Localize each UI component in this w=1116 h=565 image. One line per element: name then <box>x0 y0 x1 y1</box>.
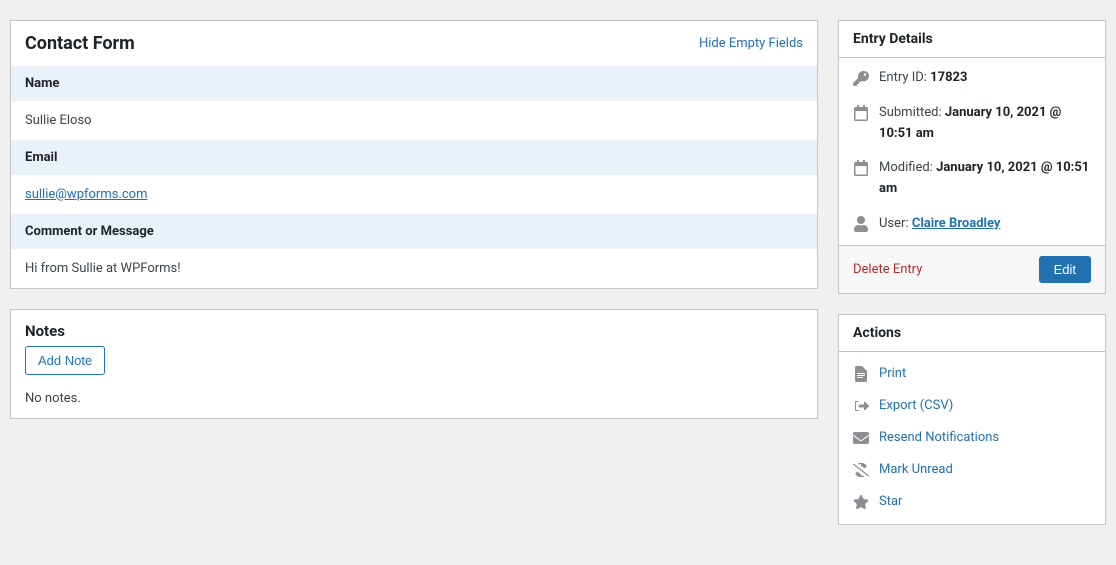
field-email-label: Email <box>11 140 817 175</box>
print-icon <box>853 366 869 382</box>
action-mark-unread[interactable]: Mark Unread <box>839 454 1105 486</box>
field-comment-label: Comment or Message <box>11 214 817 249</box>
action-star-label: Star <box>879 494 902 509</box>
meta-modified: Modified: January 10, 2021 @ 10:51 am <box>839 154 1105 210</box>
notes-empty-text: No notes. <box>25 391 803 406</box>
action-resend-label: Resend Notifications <box>879 430 999 445</box>
star-icon <box>853 494 869 510</box>
action-resend[interactable]: Resend Notifications <box>839 422 1105 454</box>
hide-empty-fields-link[interactable]: Hide Empty Fields <box>699 36 803 51</box>
user-link[interactable]: Claire Broadley <box>912 216 1001 231</box>
edit-button[interactable]: Edit <box>1039 256 1091 283</box>
actions-panel: Actions Print Export (CSV) Resend Notifi… <box>838 314 1106 525</box>
eye-slash-icon <box>853 462 869 478</box>
envelope-icon <box>853 430 869 446</box>
key-icon <box>853 70 869 86</box>
add-note-button[interactable]: Add Note <box>25 346 105 375</box>
meta-entry-id: Entry ID: 17823 <box>839 58 1105 99</box>
action-print[interactable]: Print <box>839 358 1105 390</box>
action-export-label: Export (CSV) <box>879 398 953 413</box>
entry-details-panel: Entry Details Entry ID: 17823 Submitted:… <box>838 20 1106 294</box>
action-export[interactable]: Export (CSV) <box>839 390 1105 422</box>
field-name-label: Name <box>11 66 817 101</box>
email-link[interactable]: sullie@wpforms.com <box>25 187 148 202</box>
field-email-value: sullie@wpforms.com <box>11 175 817 214</box>
entry-details-title: Entry Details <box>853 31 1091 47</box>
field-name-value: Sullie Eloso <box>11 101 817 140</box>
user-icon <box>853 216 869 232</box>
calendar-icon <box>853 105 869 121</box>
contact-form-panel: Contact Form Hide Empty Fields Name Sull… <box>10 20 818 289</box>
action-mark-unread-label: Mark Unread <box>879 462 953 477</box>
field-comment-value: Hi from Sullie at WPForms! <box>11 249 817 288</box>
delete-entry-link[interactable]: Delete Entry <box>853 262 922 277</box>
meta-user: User: Claire Broadley <box>839 210 1105 245</box>
calendar-icon <box>853 160 869 176</box>
actions-title: Actions <box>853 325 1091 341</box>
notes-panel: Notes Add Note No notes. <box>10 309 818 419</box>
action-print-label: Print <box>879 366 906 381</box>
notes-title: Notes <box>25 322 65 340</box>
meta-submitted: Submitted: January 10, 2021 @ 10:51 am <box>839 99 1105 155</box>
action-star[interactable]: Star <box>839 486 1105 518</box>
export-icon <box>853 398 869 414</box>
contact-form-title: Contact Form <box>25 33 135 54</box>
